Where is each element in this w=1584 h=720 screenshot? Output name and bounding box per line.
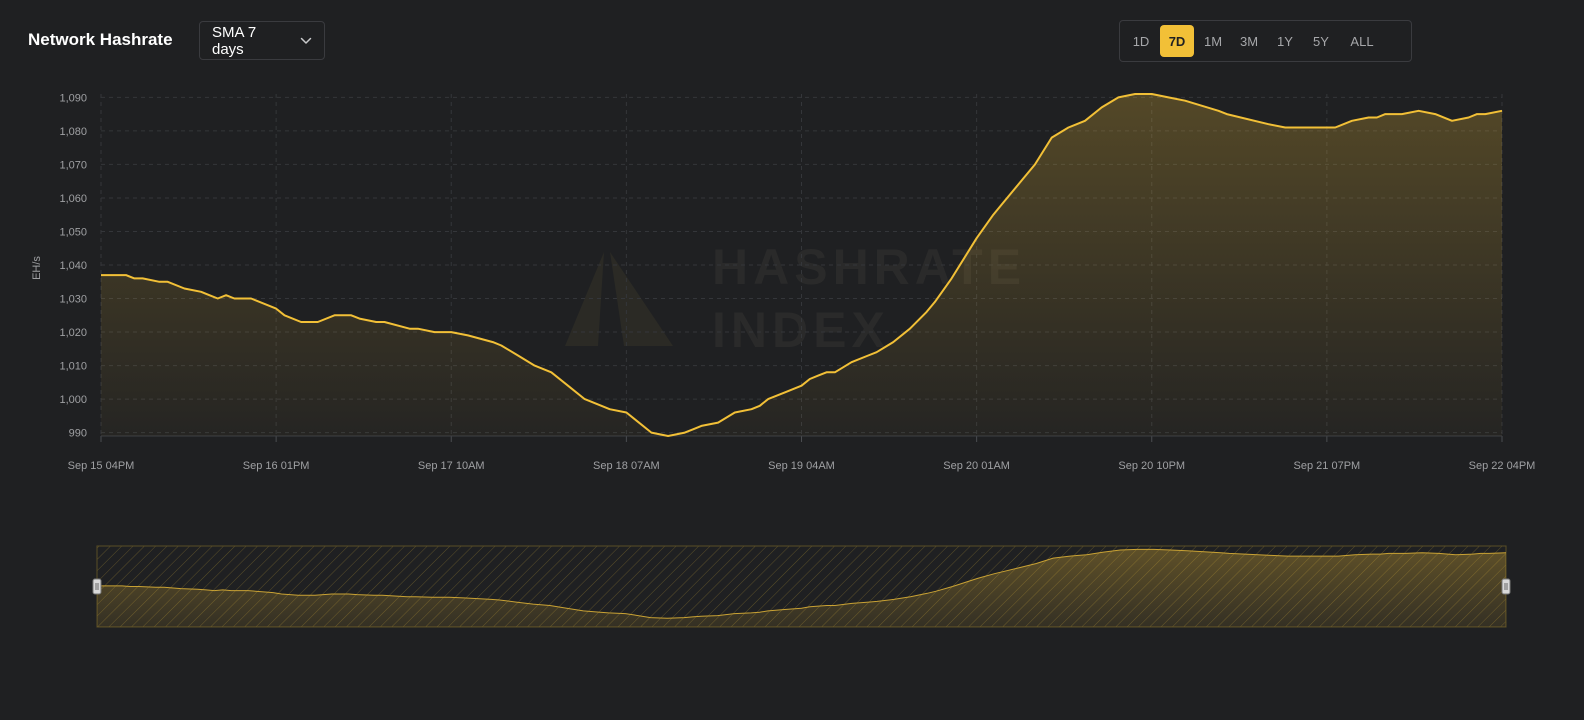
y-tick-label: 1,070 [59,159,87,171]
y-tick-label: 1,020 [59,327,87,339]
y-tick-label: 990 [69,428,87,440]
y-tick-label: 1,040 [59,260,87,272]
y-tick-label: 1,010 [59,361,87,373]
x-tick-label: Sep 21 07PM [1294,460,1361,472]
y-tick-label: 1,030 [59,294,87,306]
handle-grip [92,578,102,595]
y-tick-label: 1,000 [59,394,87,406]
watermark-text-line2: INDEX [712,302,890,358]
hashrate-chart: HASHRATEINDEX9901,0001,0101,0201,0301,04… [31,92,1536,628]
x-tick-label: Sep 18 07AM [593,460,660,472]
handle-grip [1501,578,1511,595]
x-tick-label: Sep 16 01PM [243,460,310,472]
x-tick-label: Sep 20 10PM [1118,460,1185,472]
x-tick-label: Sep 15 04PM [68,460,135,472]
x-tick-label: Sep 19 04AM [768,460,835,472]
y-tick-label: 1,080 [59,126,87,138]
x-tick-label: Sep 17 10AM [418,460,485,472]
x-tick-label: Sep 20 01AM [943,460,1010,472]
y-tick-label: 1,050 [59,226,87,238]
navigator-handle-right[interactable] [1501,578,1511,595]
navigator-handle-left[interactable] [92,578,102,595]
y-tick-label: 1,060 [59,193,87,205]
x-tick-label: Sep 22 04PM [1469,460,1536,472]
y-axis-label: EH/s [31,256,43,280]
range-navigator [92,545,1511,628]
y-tick-label: 1,090 [59,92,87,104]
